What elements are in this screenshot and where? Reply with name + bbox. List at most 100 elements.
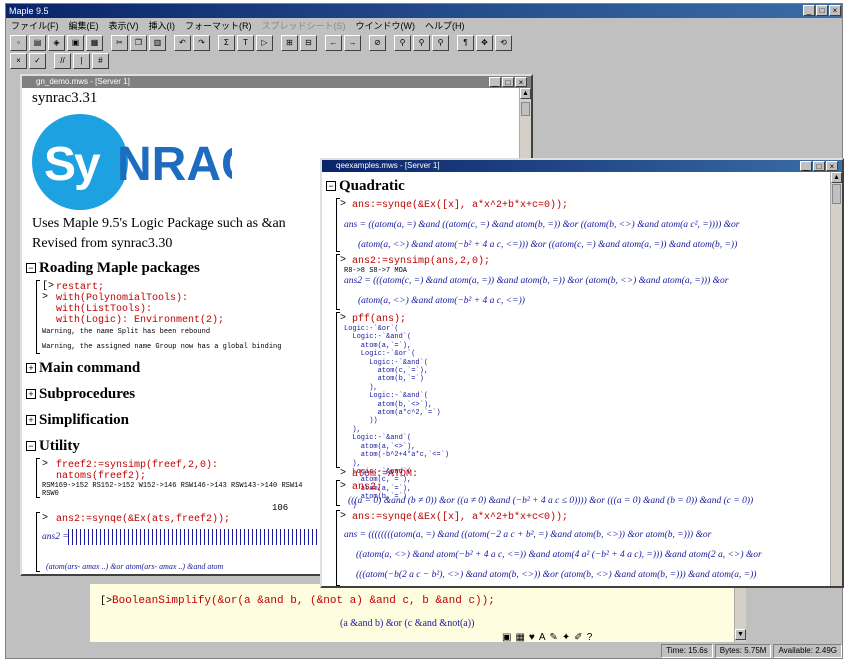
- description-line-2: Revised from synrac3.30: [32, 236, 173, 251]
- boolean-simplify-input[interactable]: BooleanSimplify(&or(a &and b, (&not a) &…: [112, 596, 495, 607]
- ans-output-2a: ans = ((((((((atom(a, =) &and ((atom(−2 …: [344, 530, 712, 540]
- redo-icon[interactable]: ↷: [193, 35, 210, 51]
- tray-help-icon[interactable]: ?: [587, 632, 593, 643]
- indent-left-icon[interactable]: ←: [325, 35, 342, 51]
- text-icon[interactable]: T: [237, 35, 254, 51]
- menu-spreadsheet[interactable]: スプレッドシート(S): [257, 18, 351, 34]
- qeexamples-window: qeexamples.mws - [Server 1] _ □ × ▲ − Qua…: [320, 158, 844, 588]
- open-url-icon[interactable]: ◈: [48, 35, 65, 51]
- print-icon[interactable]: ▦: [86, 35, 103, 51]
- menu-window[interactable]: ウインドウ(W): [351, 18, 421, 34]
- restart-icon[interactable]: ⟲: [495, 35, 512, 51]
- worksheet-heading: synrac3.31: [32, 90, 98, 106]
- expand-icon[interactable]: ✥: [476, 35, 493, 51]
- zoom-large-icon[interactable]: ⚲: [432, 35, 449, 51]
- copy-icon[interactable]: ❐: [130, 35, 147, 51]
- ans2-eval-input[interactable]: ans2;: [352, 482, 382, 493]
- menu-view[interactable]: 表示(V): [104, 18, 144, 34]
- qeexamples-close[interactable]: ×: [826, 161, 838, 171]
- status-bytes: Bytes: 5.75M: [714, 644, 772, 658]
- warning-group: Warning, the assigned name Group now has…: [42, 343, 282, 351]
- paste-icon[interactable]: ▥: [149, 35, 166, 51]
- synqe-input-2[interactable]: ans:=synqe(&Ex([x], a*x^2+b*x+c<0));: [352, 512, 568, 523]
- tray-calendar-icon[interactable]: ▦: [515, 632, 524, 643]
- section-main-command[interactable]: + Main command: [26, 360, 140, 377]
- ans-output-2b: ((atom(a, <>) &and atom(−b² + 4 a c, <=)…: [356, 550, 762, 560]
- italic-icon[interactable]: //: [54, 53, 71, 69]
- description-line-1: Uses Maple 9.5's Logic Package such as &…: [32, 216, 286, 231]
- status-time: Time: 15.6s: [661, 644, 713, 658]
- indent-right-icon[interactable]: →: [344, 35, 361, 51]
- restart-input[interactable]: restart; with(PolynomialTools): with(Lis…: [56, 282, 224, 326]
- menu-edit[interactable]: 編集(E): [64, 18, 104, 34]
- menu-help[interactable]: ヘルプ(H): [420, 18, 470, 34]
- group-icon[interactable]: ⊞: [281, 35, 298, 51]
- section-quadratic[interactable]: − Quadratic: [326, 178, 405, 195]
- new-icon[interactable]: ▫: [10, 35, 27, 51]
- svg-text:Sy: Sy: [44, 138, 101, 191]
- tray-icons: ▣ ▦ ♥ A ✎ ✦ ✐ ?: [502, 632, 592, 643]
- status-bar: Time: 15.6s Bytes: 5.75M Available: 2.49…: [6, 644, 842, 658]
- section-icon[interactable]: ⊟: [300, 35, 317, 51]
- maximize-button[interactable]: □: [816, 5, 828, 16]
- tray-font-icon[interactable]: A: [539, 632, 546, 643]
- undo-icon[interactable]: ↶: [174, 35, 191, 51]
- tray-monitor-icon[interactable]: ▣: [502, 632, 511, 643]
- section-subprocedures[interactable]: + Subprocedures: [26, 386, 135, 403]
- vertical-bar-icon[interactable]: |: [73, 53, 90, 69]
- atom-input[interactable]: atom:=ATOM:: [352, 469, 418, 480]
- cut-icon[interactable]: ✂: [111, 35, 128, 51]
- ans2-label: ans2 =: [42, 532, 69, 542]
- open-icon[interactable]: ▤: [29, 35, 46, 51]
- sum-icon[interactable]: Σ: [218, 35, 235, 51]
- tray-heart-icon[interactable]: ♥: [529, 632, 535, 643]
- zoom-medium-icon[interactable]: ⚲: [413, 35, 430, 51]
- ans-output-2c: (((atom(−b(2 a c − b²), <>) &and atom(b,…: [356, 570, 757, 580]
- pff-input[interactable]: pff(ans);: [352, 314, 406, 325]
- tray-pen-icon[interactable]: ✐: [574, 632, 582, 643]
- boolean-simplify-output: (a &and b) &or (c &and &not(a)): [340, 618, 475, 629]
- menu-bar: ファイル(F) 編集(E) 表示(V) 挿入(I) フォーマット(R) スプレッ…: [6, 18, 842, 34]
- stop-icon[interactable]: ⊘: [369, 35, 386, 51]
- main-toolbar: ▫ ▤ ◈ ▣ ▦ ✂ ❐ ▥ ↶ ↷ Σ T ▷ ⊞ ⊟ ← → ⊘ ⚲ ⚲ …: [10, 35, 512, 52]
- menu-format[interactable]: フォーマット(R): [180, 18, 257, 34]
- zoom-small-icon[interactable]: ⚲: [394, 35, 411, 51]
- warning-split: Warning, the name Split has been rebound: [42, 328, 211, 336]
- paragraph-icon[interactable]: ¶: [457, 35, 474, 51]
- synqe-input-1[interactable]: ans:=synqe(&Ex([x], a*x^2+b*x+c=0));: [352, 200, 568, 211]
- gn-demo-maximize[interactable]: □: [502, 77, 514, 87]
- synsimp-input[interactable]: ans2:=synsimp(ans,2,0);: [352, 256, 490, 267]
- ans2-output-a: ans2 = (((atom(c, =) &and atom(a, =)) &a…: [344, 276, 729, 286]
- freef2-input[interactable]: freef2:=synsimp(freef,2,0): natoms(freef…: [56, 460, 218, 482]
- qeexamples-scrollbar[interactable]: ▲: [830, 172, 842, 586]
- menu-insert[interactable]: 挿入(I): [144, 18, 181, 34]
- logo-rac: NRAC: [117, 138, 232, 191]
- execute-icon[interactable]: ✓: [29, 53, 46, 69]
- grid-icon[interactable]: #: [92, 53, 109, 69]
- freef2-output: RSM169->152 RS152->152 W152->146 RSW146-…: [42, 482, 303, 498]
- menu-file[interactable]: ファイル(F): [6, 18, 64, 34]
- input-icon[interactable]: ▷: [256, 35, 273, 51]
- ans2-input[interactable]: ans2:=synqe(&Ex(ats,freef2));: [56, 514, 230, 525]
- section-utility[interactable]: − Utility: [26, 438, 80, 455]
- ans2-parens: [68, 529, 318, 545]
- gn-demo-close[interactable]: ×: [515, 77, 527, 87]
- save-icon[interactable]: ▣: [67, 35, 84, 51]
- qeexamples-maximize[interactable]: □: [813, 161, 825, 171]
- section-simplification[interactable]: + Simplification: [26, 412, 129, 429]
- bottom-scrollbar[interactable]: ▼: [734, 584, 746, 642]
- gn-demo-minimize[interactable]: _: [489, 77, 501, 87]
- app-title: Maple 9.5: [9, 6, 49, 16]
- ans2-eval-output: (((a = 0) &and (b ≠ 0)) &or ((a ≠ 0) &an…: [348, 496, 754, 506]
- section-roading[interactable]: − Roading Maple packages: [26, 260, 200, 277]
- tray-tool-icon[interactable]: ✎: [550, 632, 558, 643]
- ans-output-1b: (atom(a, <>) &and atom(−b² + 4 a c, <=))…: [358, 240, 738, 250]
- app-title-bar: Maple 9.5 _ □ ×: [6, 4, 842, 18]
- tray-star-icon[interactable]: ✦: [562, 632, 570, 643]
- synrac-logo: Sy NRAC: [32, 114, 232, 210]
- gn-demo-title: gn_demo.mws - [Server 1]: [22, 76, 531, 88]
- close-group-icon[interactable]: ×: [10, 53, 27, 69]
- close-button[interactable]: ×: [829, 5, 841, 16]
- minimize-button[interactable]: _: [803, 5, 815, 16]
- qeexamples-minimize[interactable]: _: [800, 161, 812, 171]
